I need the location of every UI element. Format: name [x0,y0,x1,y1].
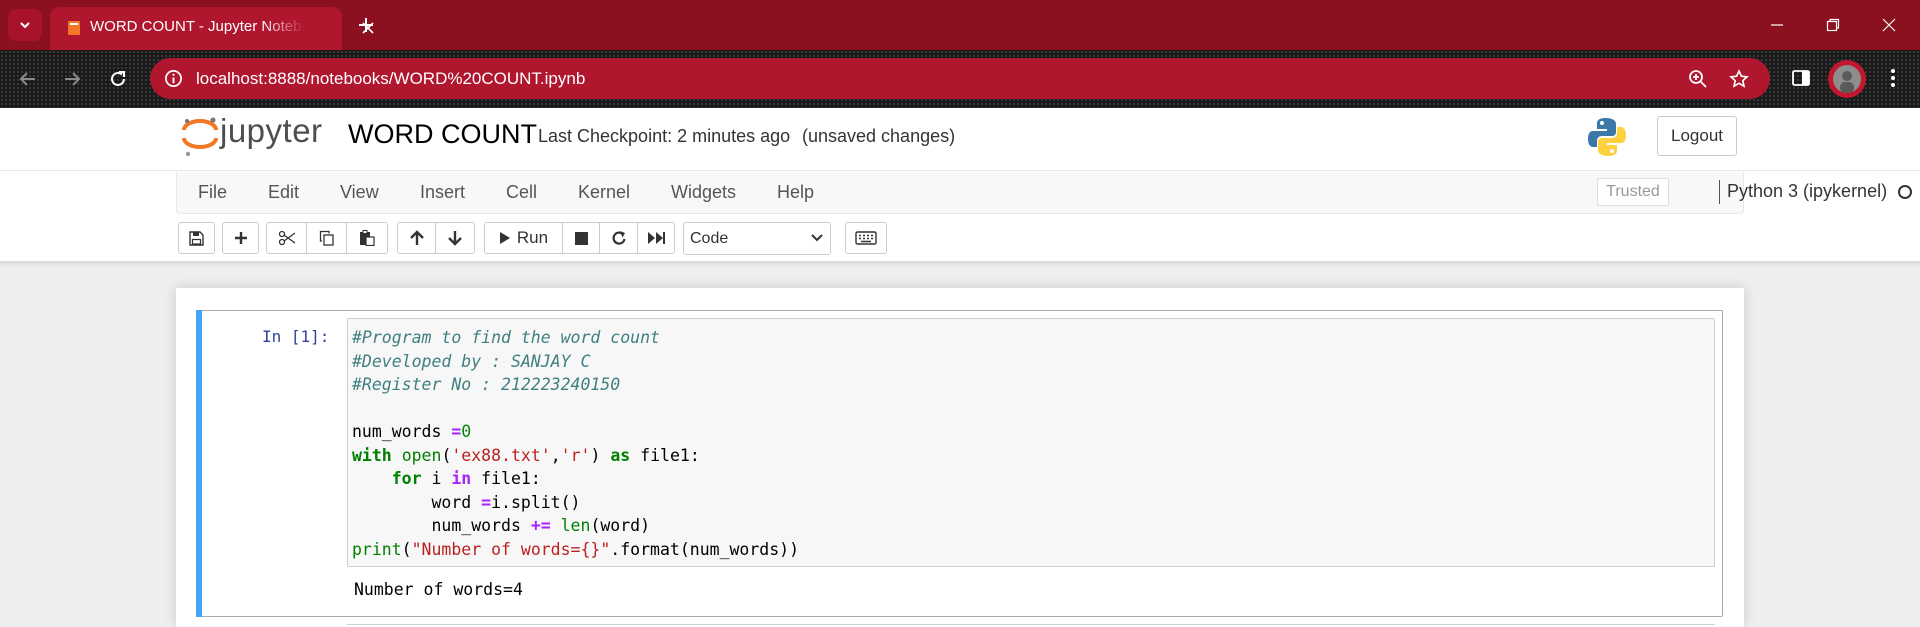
arrow-up-icon [409,230,424,245]
tab-title: WORD COUNT - Jupyter Notebook [90,18,305,35]
python-logo-icon [1588,118,1626,156]
profile-avatar[interactable] [1828,60,1866,98]
new-tab-button[interactable] [352,11,380,39]
back-button[interactable] [12,63,44,95]
cell-type-value: Code [690,230,729,247]
header-divider [0,170,1920,171]
bookmark-button[interactable] [1728,68,1750,90]
play-icon [499,232,510,244]
reload-button[interactable] [102,63,134,95]
side-panel-icon [1792,70,1810,86]
side-panel-button[interactable] [1787,64,1815,92]
menu-kernel[interactable]: Kernel [578,182,630,203]
cut-button[interactable] [266,222,307,254]
header-shadow [0,261,1920,267]
browser-menu-button[interactable] [1879,64,1907,92]
tab-search-button[interactable] [8,9,42,41]
restart-run-all-button[interactable] [638,222,675,254]
chevron-down-icon [811,234,823,242]
paste-icon [360,230,375,246]
insert-cell-button[interactable] [222,222,259,254]
interrupt-button[interactable] [563,222,600,254]
checkpoint-status: Last Checkpoint: 2 minutes ago [538,126,791,146]
restart-icon [612,231,626,245]
fast-forward-icon [648,232,665,244]
restart-button[interactable] [600,222,638,254]
menu-cell[interactable]: Cell [506,182,537,203]
copy-icon [319,230,334,246]
menu-widgets[interactable]: Widgets [671,182,736,203]
chevron-down-icon [20,22,30,29]
code-text[interactable]: #Program to find the word count #Develope… [352,326,799,561]
paste-button[interactable] [347,222,388,254]
address-bar[interactable]: localhost:8888/notebooks/WORD%20COUNT.ip… [150,58,1770,99]
cell-selection-bar [196,310,202,617]
logout-button[interactable]: Logout [1657,116,1737,156]
save-button[interactable] [178,222,215,254]
arrow-right-icon [65,72,81,86]
cell-type-select[interactable]: Code [683,222,831,255]
arrow-down-icon [448,231,462,246]
save-status: (unsaved changes) [802,126,956,146]
restore-button[interactable] [1805,0,1861,50]
zoom-in-icon [1689,70,1707,88]
info-icon[interactable] [164,69,183,88]
kernel-name[interactable]: Python 3 (ipykernel) [1727,181,1887,202]
kernel-status-icon [1898,185,1912,199]
more-vert-icon [1891,69,1895,87]
move-down-button[interactable] [436,222,475,254]
avatar-image [1833,65,1861,93]
menubar: File Edit View Insert Cell Kernel Widget… [176,172,1912,214]
zoom-button[interactable] [1687,68,1709,90]
menu-view[interactable]: View [340,182,379,203]
notebook-title[interactable]: WORD COUNT [348,119,537,150]
keyboard-icon [855,231,877,245]
jupyter-favicon-icon [68,21,80,35]
close-icon [1882,18,1896,32]
star-icon [1729,69,1749,88]
menu-edit[interactable]: Edit [268,182,299,203]
trusted-indicator[interactable]: Trusted [1597,178,1669,206]
arrow-left-icon [19,72,35,86]
command-palette-button[interactable] [845,222,887,254]
scissors-icon [278,230,295,246]
run-button[interactable]: Run [484,222,563,254]
menu-help[interactable]: Help [777,182,814,203]
browser-tab-strip: WORD COUNT - Jupyter Notebook [0,0,1920,50]
plus-icon [359,18,373,32]
restore-icon [1826,18,1840,32]
jupyter-logo-text: jupyter [220,112,323,149]
minimize-button[interactable] [1749,0,1805,50]
close-window-button[interactable] [1861,0,1917,50]
cell-output: Number of words=4 [354,580,523,599]
stop-icon [574,231,588,245]
forward-button[interactable] [56,63,88,95]
input-prompt: In [1]: [262,327,330,346]
browser-toolbar: localhost:8888/notebooks/WORD%20COUNT.ip… [0,50,1920,108]
minimize-icon [1771,24,1783,26]
save-icon [189,230,204,246]
browser-tab[interactable]: WORD COUNT - Jupyter Notebook [50,7,374,50]
menu-file[interactable]: File [198,182,227,203]
plus-icon [234,232,247,244]
move-up-button[interactable] [397,222,436,254]
kernel-separator [1719,180,1720,204]
copy-button[interactable] [307,222,347,254]
menu-insert[interactable]: Insert [420,182,465,203]
url-text[interactable]: localhost:8888/notebooks/WORD%20COUNT.ip… [196,69,585,89]
reload-icon [111,71,125,86]
run-label: Run [516,228,549,247]
